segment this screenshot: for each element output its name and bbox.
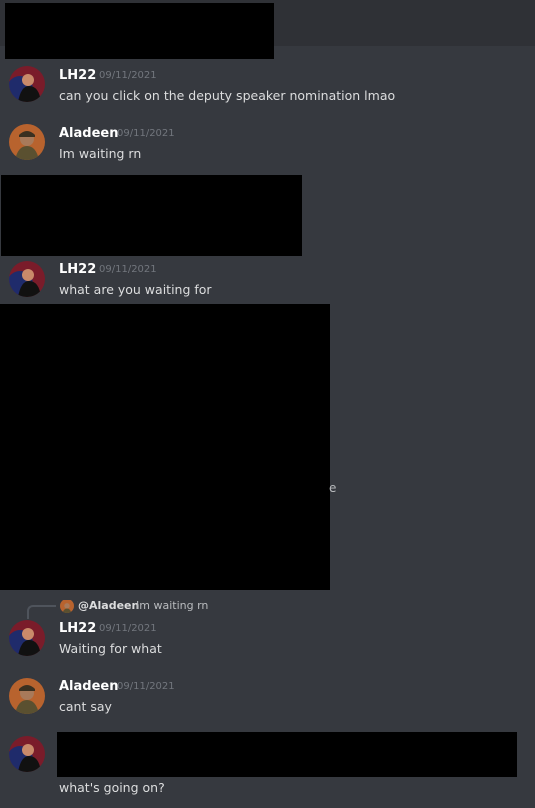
avatar-lh22[interactable] [9,620,45,656]
message-text: Waiting for what [59,641,162,656]
message-author[interactable]: Aladeen [59,679,118,694]
stray-text: e [329,481,337,495]
message-timestamp: 09/11/2021 [117,681,175,692]
message-timestamp: 09/11/2021 [99,70,157,81]
avatar-aladeen[interactable] [9,124,45,160]
message-author[interactable]: LH22 [59,262,96,277]
reply-connector [27,605,56,619]
message-timestamp: 09/11/2021 [117,128,175,139]
reply-mention[interactable]: @Aladeen [78,599,139,612]
message-text: what are you waiting for [59,282,212,297]
avatar-lh22[interactable] [9,66,45,102]
redacted-block [0,304,330,590]
reply-preview[interactable]: Im waiting rn [136,599,208,612]
message-author[interactable]: LH22 [59,621,96,636]
message-text: Im waiting rn [59,146,142,161]
message-text: what's going on? [59,780,165,795]
message-text: cant say [59,699,112,714]
message-timestamp: 09/11/2021 [99,264,157,275]
avatar-lh22[interactable] [9,261,45,297]
avatar-aladeen[interactable] [9,678,45,714]
redacted-block [5,3,274,59]
message-author[interactable]: LH22 [59,68,96,83]
message-timestamp: 09/11/2021 [99,623,157,634]
reply-avatar[interactable] [60,599,74,613]
avatar-lh22[interactable] [9,736,45,772]
message-author[interactable]: Aladeen [59,126,118,141]
redacted-block [57,732,517,777]
message-text: can you click on the deputy speaker nomi… [59,88,396,103]
redacted-block [1,175,302,256]
